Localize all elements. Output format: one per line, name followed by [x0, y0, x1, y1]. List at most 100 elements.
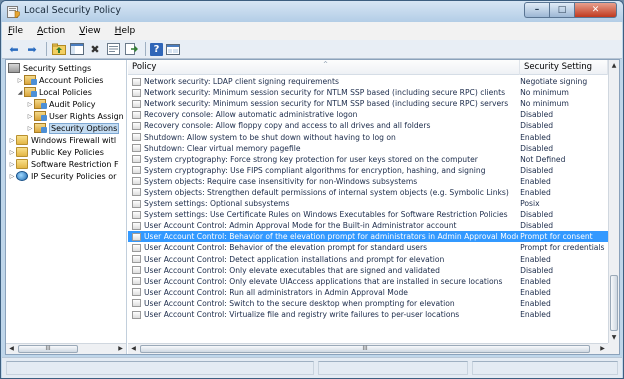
- up-folder-icon: [52, 43, 66, 55]
- table-row[interactable]: Recovery console: Allow floppy copy and …: [128, 120, 608, 131]
- back-button[interactable]: ⬅: [6, 42, 22, 57]
- expand-icon[interactable]: ▷: [26, 125, 34, 132]
- table-row[interactable]: Network security: LDAP client signing re…: [128, 76, 608, 87]
- table-row[interactable]: Recovery console: Allow automatic admini…: [128, 109, 608, 120]
- security-settings-icon: [8, 63, 20, 73]
- tree-scroll-thumb[interactable]: III: [18, 345, 78, 353]
- policy-setting-icon: [132, 299, 141, 308]
- menu-action-label: ction: [43, 26, 66, 36]
- status-section: [6, 361, 314, 375]
- close-button[interactable]: ✕: [574, 2, 617, 18]
- table-row[interactable]: User Account Control: Behavior of the el…: [128, 242, 608, 253]
- expand-icon[interactable]: ▷: [8, 149, 16, 156]
- policy-name: User Account Control: Only elevate UIAcc…: [144, 276, 503, 286]
- policy-name: System settings: Optional subsystems: [144, 199, 290, 209]
- scroll-left-icon[interactable]: ◀: [6, 344, 17, 354]
- tree-horizontal-scrollbar[interactable]: ◀ III ▶: [6, 343, 126, 354]
- table-row[interactable]: User Account Control: Run all administra…: [128, 287, 608, 298]
- expand-icon[interactable]: ▷: [16, 77, 24, 84]
- tree-item-account-policies[interactable]: ▷ Account Policies: [16, 74, 103, 86]
- menu-file[interactable]: File: [6, 25, 25, 37]
- arrow-right-icon: ➡: [27, 42, 37, 56]
- column-header-security-setting[interactable]: Security Setting: [520, 60, 608, 75]
- security-setting-value: Enabled: [520, 276, 551, 286]
- forward-button[interactable]: ➡: [24, 42, 40, 57]
- menu-view[interactable]: View: [77, 25, 102, 37]
- table-row[interactable]: Shutdown: Clear virtual memory pagefile D…: [128, 143, 608, 154]
- table-row[interactable]: User Account Control: Virtualize file an…: [128, 309, 608, 320]
- scroll-up-icon[interactable]: ▲: [609, 60, 619, 71]
- menu-help[interactable]: Help: [113, 25, 138, 37]
- policy-name: User Account Control: Virtualize file an…: [144, 310, 460, 320]
- mmc-button[interactable]: [165, 42, 181, 57]
- table-row[interactable]: System settings: Use Certificate Rules o…: [128, 209, 608, 220]
- scroll-down-icon[interactable]: ▼: [609, 332, 619, 343]
- policy-setting-icon: [132, 210, 141, 219]
- policy-name: User Account Control: Switch to the secu…: [144, 298, 455, 308]
- table-row[interactable]: User Account Control: Admin Approval Mod…: [128, 220, 608, 231]
- tree-item-label: Account Policies: [39, 75, 104, 85]
- expand-icon[interactable]: ▷: [26, 113, 34, 120]
- tree-item-local-policies[interactable]: ◢ Local Policies: [16, 86, 92, 98]
- help-icon: ?: [153, 43, 160, 55]
- list-vertical-scrollbar[interactable]: ▲ ▼: [608, 60, 619, 343]
- expand-icon[interactable]: ▷: [8, 137, 16, 144]
- column-header-policy[interactable]: Policy ^: [128, 60, 520, 75]
- tree-item-label: Security Settings: [23, 63, 92, 73]
- tree-item-windows-firewall[interactable]: ▷ Windows Firewall witl: [8, 134, 116, 146]
- maximize-button[interactable]: □: [549, 2, 574, 18]
- policy-setting-icon: [132, 121, 141, 130]
- table-row[interactable]: System objects: Strengthen default permi…: [128, 187, 608, 198]
- tree-item-audit-policy[interactable]: ▷ Audit Policy: [26, 98, 96, 110]
- policy-setting-icon: [132, 99, 141, 108]
- menu-action[interactable]: Action: [35, 25, 67, 37]
- table-row[interactable]: User Account Control: Behavior of the el…: [128, 231, 608, 243]
- table-row[interactable]: System settings: Optional subsystems Posi…: [128, 198, 608, 209]
- security-policy-icon: [7, 6, 20, 18]
- list-horizontal-scrollbar[interactable]: ◀ III ▶: [128, 343, 608, 354]
- table-row[interactable]: Network security: Minimum session securi…: [128, 87, 608, 98]
- tree-item-security-options[interactable]: ▷ Security Options: [26, 122, 120, 134]
- up-folder-button[interactable]: [51, 42, 67, 57]
- expand-icon[interactable]: ▷: [8, 173, 16, 180]
- tree-item-ip-security[interactable]: ▷ IP Security Policies or: [8, 170, 116, 182]
- policy-name: System cryptography: Force strong key pr…: [144, 154, 478, 164]
- arrow-left-icon: ⬅: [9, 42, 19, 56]
- minimize-button[interactable]: –: [524, 2, 549, 18]
- table-row[interactable]: System cryptography: Use FIPS compliant …: [128, 165, 608, 176]
- column-header-label: Security Setting: [524, 62, 593, 72]
- properties-button[interactable]: [105, 42, 121, 57]
- title-bar[interactable]: Local Security Policy – □ ✕: [1, 1, 623, 22]
- tree-item-public-key-policies[interactable]: ▷ Public Key Policies: [8, 146, 104, 158]
- tree-item-user-rights-assignment[interactable]: ▷ User Rights Assign: [26, 110, 124, 122]
- scroll-right-icon[interactable]: ▶: [115, 344, 126, 354]
- delete-button[interactable]: ✖: [87, 42, 103, 57]
- collapse-icon[interactable]: ◢: [16, 89, 24, 96]
- help-button[interactable]: ?: [150, 42, 163, 56]
- list-scroll-thumb[interactable]: III: [140, 345, 590, 353]
- expand-icon[interactable]: ▷: [26, 101, 34, 108]
- table-row[interactable]: User Account Control: Only elevate execu…: [128, 265, 608, 276]
- show-hide-tree-button[interactable]: [69, 42, 85, 57]
- tree-item-label: Software Restriction F: [31, 159, 119, 169]
- scroll-right-icon[interactable]: ▶: [597, 344, 608, 354]
- tree-item-security-settings[interactable]: Security Settings: [8, 62, 91, 74]
- tree-item-label: Local Policies: [39, 87, 92, 97]
- table-row[interactable]: Network security: Minimum session securi…: [128, 98, 608, 109]
- policy-folder-icon: [34, 111, 47, 121]
- table-row[interactable]: Shutdown: Allow system to be shut down w…: [128, 131, 608, 142]
- tree-item-software-restriction[interactable]: ▷ Software Restriction F: [8, 158, 119, 170]
- policy-name: System settings: Use Certificate Rules o…: [144, 210, 508, 220]
- table-row[interactable]: User Account Control: Detect application…: [128, 254, 608, 265]
- policy-setting-icon: [132, 166, 141, 175]
- table-row[interactable]: User Account Control: Switch to the secu…: [128, 298, 608, 309]
- expand-icon[interactable]: ▷: [8, 161, 16, 168]
- list-scroll-thumb[interactable]: [610, 275, 618, 331]
- table-row[interactable]: User Account Control: Only elevate UIAcc…: [128, 276, 608, 287]
- security-setting-value: No minimum: [520, 99, 569, 109]
- table-row[interactable]: System objects: Require case insensitivi…: [128, 176, 608, 187]
- export-list-button[interactable]: [123, 42, 139, 57]
- policy-folder-icon: [24, 87, 37, 97]
- scroll-left-icon[interactable]: ◀: [128, 344, 139, 354]
- table-row[interactable]: System cryptography: Force strong key pr…: [128, 154, 608, 165]
